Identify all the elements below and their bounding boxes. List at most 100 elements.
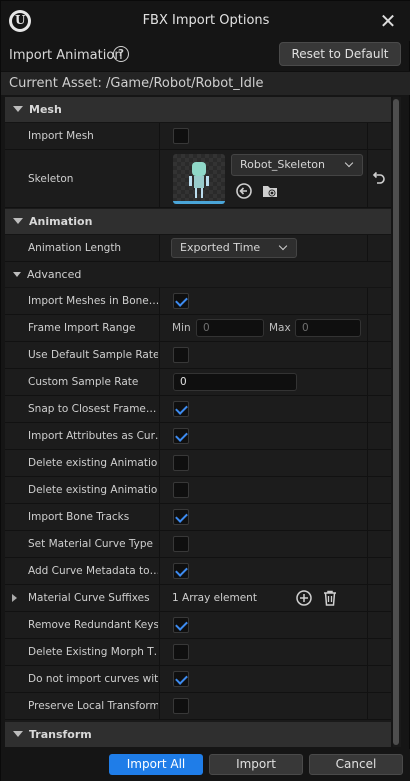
column-divider	[367, 123, 368, 149]
robot-body-shape	[194, 176, 204, 188]
property-checkbox[interactable]	[173, 671, 189, 687]
category-transform[interactable]: Transform	[5, 722, 391, 747]
cancel-button[interactable]: Cancel	[309, 754, 403, 775]
collapse-arrow-icon[interactable]	[13, 106, 23, 112]
column-divider	[367, 342, 368, 368]
window-title: FBX Import Options	[142, 13, 270, 28]
current-asset-path: Current Asset: /Game/Robot/Robot_Idle	[9, 76, 264, 91]
column-divider	[367, 369, 368, 395]
column-divider[interactable]	[159, 369, 160, 395]
collapse-arrow-icon[interactable]	[13, 731, 23, 737]
column-divider	[367, 235, 368, 261]
title-bar[interactable]: U FBX Import Options ✕	[1, 1, 410, 41]
column-divider	[367, 288, 368, 314]
property-label: Import Bone Tracks	[28, 511, 130, 523]
property-row: Do not import curves wit…	[5, 666, 391, 693]
property-row: Import Bone Tracks	[5, 504, 391, 531]
collapse-arrow-icon[interactable]	[13, 272, 21, 277]
property-checkbox[interactable]	[173, 347, 189, 363]
help-icon[interactable]: ?	[113, 46, 129, 62]
column-divider[interactable]	[159, 315, 160, 341]
property-label: Use Default Sample Rate	[28, 349, 158, 361]
import-type-label: Import Animation	[9, 48, 123, 63]
property-checkbox[interactable]	[173, 401, 189, 417]
property-row: Delete existing Animatio…	[5, 450, 391, 477]
property-checkbox[interactable]	[173, 644, 189, 660]
browse-asset-icon[interactable]	[261, 182, 279, 200]
property-row: Snap to Closest Frame…	[5, 396, 391, 423]
column-divider[interactable]	[159, 612, 160, 638]
column-divider	[367, 558, 368, 584]
column-divider[interactable]	[159, 693, 160, 719]
collapse-arrow-icon[interactable]	[13, 218, 23, 224]
range-max-input[interactable]: 0	[295, 319, 361, 337]
column-divider[interactable]	[159, 666, 160, 692]
skeleton-asset-dropdown[interactable]: Robot_Skeleton	[231, 154, 363, 176]
property-row: Use Default Sample Rate	[5, 342, 391, 369]
robot-arm-shape	[206, 176, 209, 186]
column-divider[interactable]	[159, 450, 160, 476]
property-row: Preserve Local Transform	[5, 693, 391, 720]
skeleton-thumbnail[interactable]	[173, 154, 225, 204]
column-divider	[367, 396, 368, 422]
property-checkbox[interactable]	[173, 482, 189, 498]
column-divider[interactable]	[159, 639, 160, 665]
property-checkbox[interactable]	[173, 455, 189, 471]
column-divider	[367, 504, 368, 530]
details-panel[interactable]: Mesh Import Mesh Skeleton Robot_Skeleton	[5, 97, 391, 747]
reset-to-default-icon[interactable]	[369, 169, 387, 187]
property-row: Custom Sample Rate 0	[5, 369, 391, 396]
column-divider[interactable]	[159, 558, 160, 584]
category-animation[interactable]: Animation	[5, 209, 391, 235]
scrollbar-thumb[interactable]	[393, 99, 399, 745]
column-divider[interactable]	[159, 288, 160, 314]
import-all-button[interactable]: Import All	[109, 754, 203, 775]
property-checkbox[interactable]	[173, 293, 189, 309]
import-mesh-checkbox[interactable]	[173, 128, 189, 144]
column-divider[interactable]	[159, 123, 160, 149]
column-divider[interactable]	[159, 150, 160, 207]
property-label: Skeleton	[28, 173, 74, 185]
property-checkbox[interactable]	[173, 428, 189, 444]
property-checkbox[interactable]	[173, 617, 189, 633]
group-label: Advanced	[27, 268, 82, 281]
column-divider	[367, 666, 368, 692]
property-label: Delete Existing Morph T…	[28, 646, 158, 658]
property-row-animation-length: Animation Length Exported Time	[5, 235, 391, 262]
property-label: Custom Sample Rate	[28, 376, 139, 388]
category-label: Animation	[29, 215, 93, 228]
column-divider[interactable]	[159, 396, 160, 422]
column-divider[interactable]	[159, 531, 160, 557]
property-row: Import Meshes in Bone…	[5, 288, 391, 315]
add-element-icon[interactable]	[295, 589, 313, 607]
reset-to-default-button[interactable]: Reset to Default	[279, 42, 401, 66]
column-divider[interactable]	[159, 504, 160, 530]
expand-arrow-icon[interactable]	[12, 594, 17, 602]
column-divider[interactable]	[159, 342, 160, 368]
column-divider	[367, 450, 368, 476]
property-row: Material Curve Suffixes 1 Array element	[5, 585, 391, 612]
property-checkbox[interactable]	[173, 509, 189, 525]
array-count: 1 Array element	[172, 592, 257, 604]
group-advanced[interactable]: Advanced	[5, 262, 391, 288]
column-divider[interactable]	[159, 235, 160, 261]
property-label: Material Curve Suffixes	[28, 592, 150, 604]
close-icon[interactable]: ✕	[375, 8, 401, 34]
use-selected-asset-icon[interactable]	[235, 182, 253, 200]
column-divider[interactable]	[159, 585, 160, 611]
column-divider[interactable]	[159, 477, 160, 503]
column-divider[interactable]	[159, 423, 160, 449]
column-divider	[367, 315, 368, 341]
category-mesh[interactable]: Mesh	[5, 97, 391, 123]
property-checkbox[interactable]	[173, 536, 189, 552]
fbx-import-dialog: U FBX Import Options ✕ Import Animation …	[0, 0, 410, 781]
trash-icon[interactable]	[321, 589, 339, 607]
range-min-input[interactable]: 0	[196, 319, 264, 337]
robot-legs-shape	[195, 188, 203, 198]
property-label: Delete existing Animatio…	[28, 457, 158, 469]
property-checkbox[interactable]	[173, 563, 189, 579]
import-button[interactable]: Import	[209, 754, 303, 775]
property-checkbox[interactable]	[173, 698, 189, 714]
animation-length-dropdown[interactable]: Exported Time	[171, 238, 297, 258]
custom-sample-rate-input[interactable]: 0	[173, 373, 297, 391]
